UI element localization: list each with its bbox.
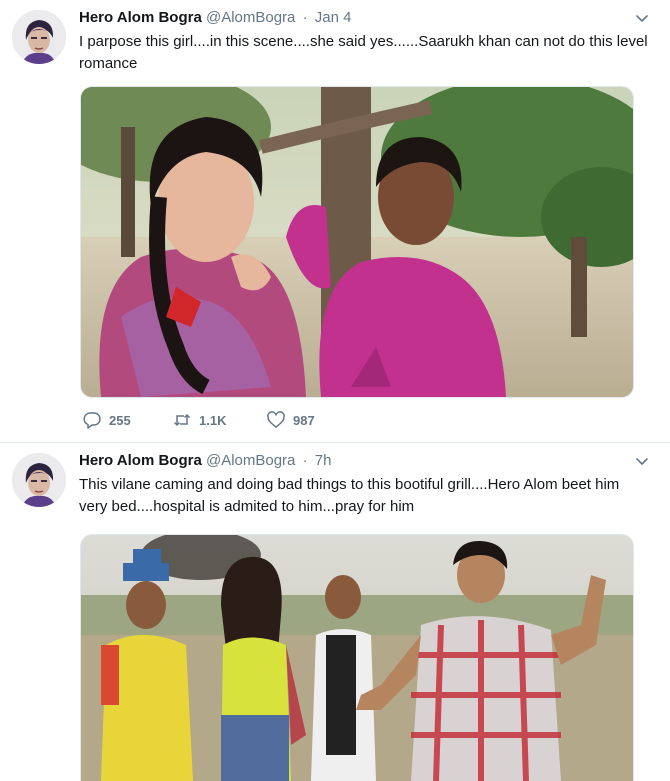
author-name[interactable]: Hero Alom Bogra: [79, 452, 202, 469]
tweet-timestamp[interactable]: Jan 4: [315, 9, 352, 26]
author-handle[interactable]: @AlomBogra: [206, 9, 295, 26]
reply-count: 255: [109, 412, 131, 428]
avatar-icon: [12, 10, 66, 64]
like-button[interactable]: 987: [266, 408, 315, 432]
separator-dot: ·: [302, 452, 308, 469]
tweet-header: Hero Alom Bogra @AlomBogra · Jan 4: [79, 8, 351, 28]
avatar[interactable]: [12, 10, 66, 64]
avatar-icon: [12, 453, 66, 507]
chevron-down-icon[interactable]: [634, 453, 650, 469]
author-handle[interactable]: @AlomBogra: [206, 452, 295, 469]
tweet-photo[interactable]: [80, 86, 634, 398]
tweet-header: Hero Alom Bogra @AlomBogra · 7h: [79, 451, 331, 471]
chevron-down-icon[interactable]: [634, 10, 650, 26]
reply-button[interactable]: 255: [82, 408, 131, 432]
group-photo-icon: [81, 535, 633, 781]
tweet-text: This vilane caming and doing bad things …: [79, 476, 620, 515]
heart-icon: [267, 411, 285, 428]
couple-photo-icon: [81, 87, 633, 397]
author-name[interactable]: Hero Alom Bogra: [79, 9, 202, 26]
tweet-timestamp[interactable]: 7h: [315, 452, 332, 469]
tweet-text: I parpose this girl....in this scene....…: [79, 33, 648, 72]
separator-dot: ·: [302, 9, 308, 26]
tweet-photo[interactable]: [80, 534, 634, 781]
tweet[interactable]: Hero Alom Bogra @AlomBogra · 7h This vil…: [0, 443, 670, 781]
like-count: 987: [293, 412, 315, 428]
tweet[interactable]: Hero Alom Bogra @AlomBogra · Jan 4 I par…: [0, 0, 670, 443]
retweet-button[interactable]: 1.1K: [172, 408, 226, 432]
avatar[interactable]: [12, 453, 66, 507]
retweet-count: 1.1K: [199, 412, 227, 428]
reply-icon: [83, 412, 101, 429]
retweet-icon: [173, 413, 191, 427]
